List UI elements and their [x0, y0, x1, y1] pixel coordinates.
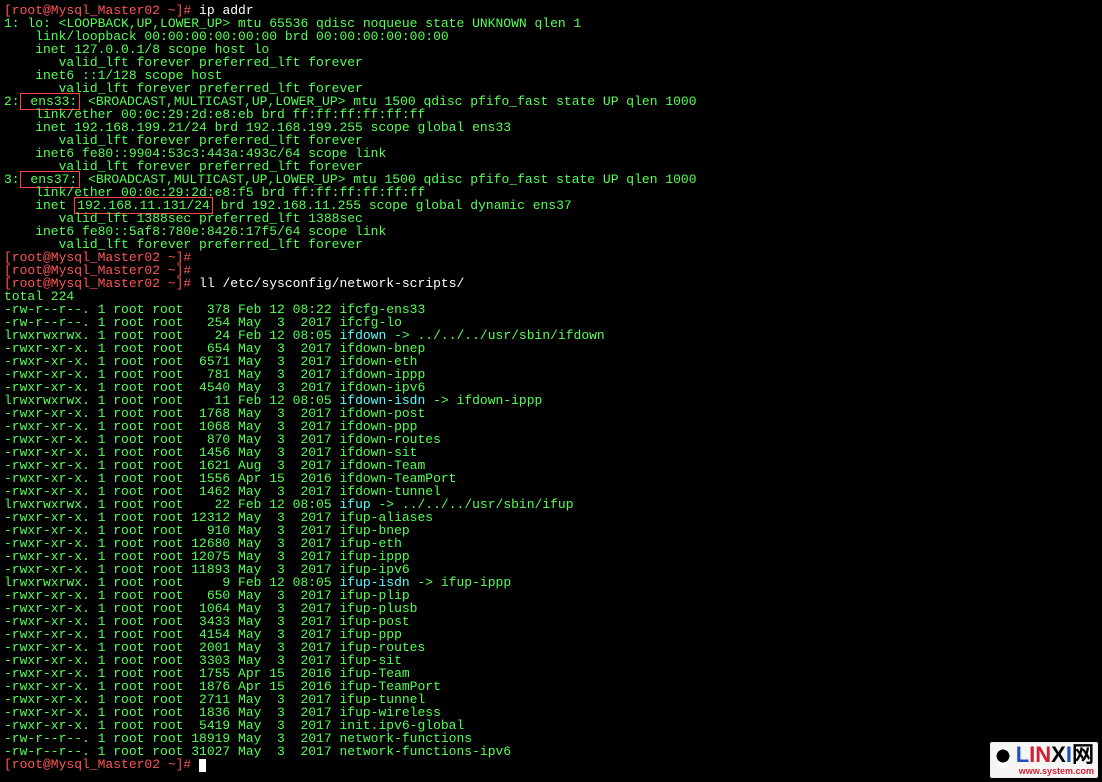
terminal-line: [root@Mysql_Master02 ~]# ll /etc/sysconf…: [4, 277, 1098, 290]
logo-L: L: [1016, 742, 1029, 767]
watermark-logo: LINXI网 www.system.com: [990, 742, 1098, 778]
logo-wang: 网: [1072, 742, 1094, 767]
cursor: [199, 759, 206, 772]
tux-icon: [994, 749, 1012, 769]
terminal-output[interactable]: [root@Mysql_Master02 ~]# ip addr1: lo: <…: [4, 4, 1098, 772]
terminal-line: [root@Mysql_Master02 ~]#: [4, 758, 1098, 772]
logo-url: www.system.com: [994, 767, 1094, 776]
logo-x: X: [1051, 742, 1066, 767]
logo-in: IN: [1029, 742, 1051, 767]
